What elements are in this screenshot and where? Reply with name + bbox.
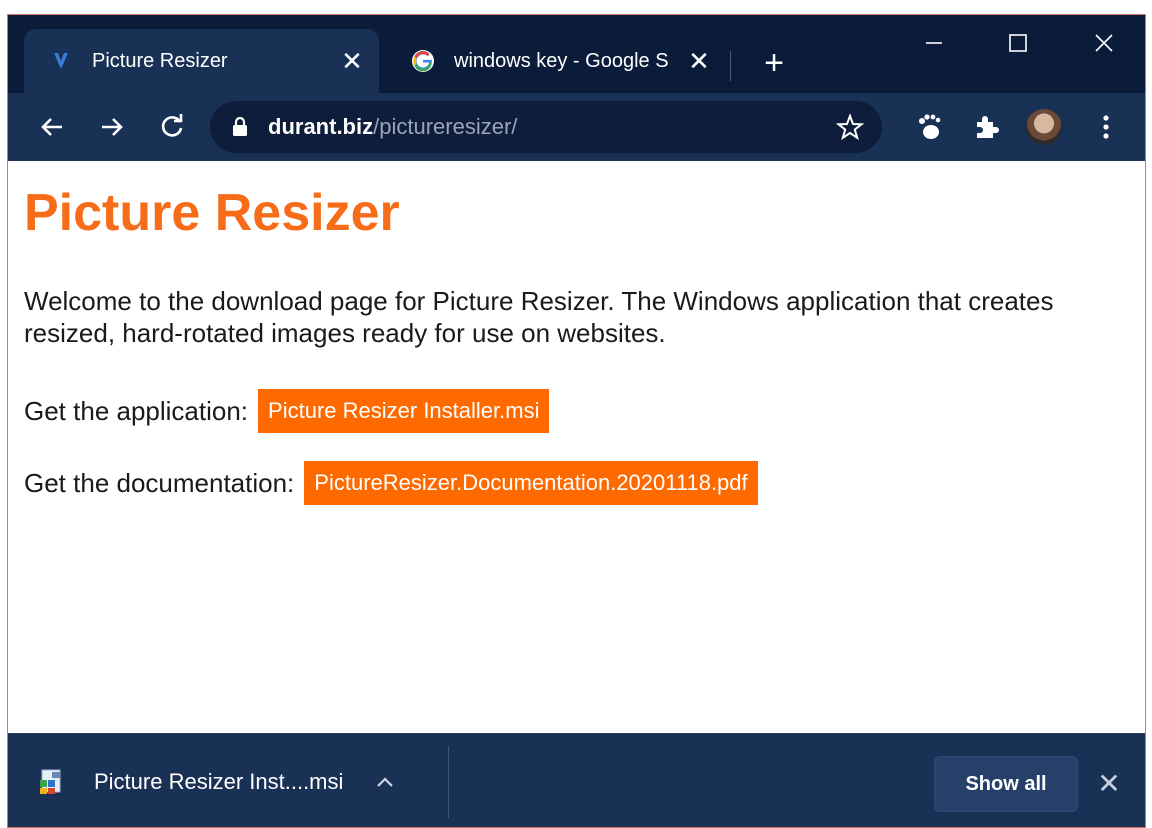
show-all-button[interactable]: Show all — [934, 756, 1078, 812]
documentation-download-link[interactable]: PictureResizer.Documentation.20201118.pd… — [304, 461, 758, 505]
installer-download-link[interactable]: Picture Resizer Installer.msi — [258, 389, 550, 433]
browser-window: Picture Resizer ✕ windows key - Google S… — [7, 14, 1146, 828]
page-title: Picture Resizer — [24, 184, 400, 242]
new-tab-button[interactable]: + — [756, 45, 792, 81]
picture-resizer-favicon-icon — [48, 48, 74, 74]
tab-picture-resizer[interactable]: Picture Resizer ✕ — [24, 29, 379, 93]
tab-windows-key-search[interactable]: windows key - Google S ✕ — [386, 29, 726, 93]
chevron-up-icon[interactable] — [373, 770, 397, 794]
application-label: Get the application: — [24, 395, 249, 426]
back-button[interactable] — [32, 107, 72, 147]
tab-close-icon[interactable]: ✕ — [684, 46, 714, 76]
extensions-puzzle-icon[interactable] — [968, 109, 1004, 145]
forward-button[interactable] — [92, 107, 132, 147]
close-shelf-icon[interactable]: ✕ — [1094, 768, 1124, 799]
address-bar[interactable]: durant.biz/pictureresizer/ — [210, 101, 882, 153]
intro-paragraph: Welcome to the download page for Picture… — [24, 286, 1054, 348]
tab-separator — [730, 51, 731, 81]
minimize-button[interactable] — [904, 25, 964, 61]
tab-title: Picture Resizer — [92, 49, 228, 72]
browser-toolbar: durant.biz/pictureresizer/ — [8, 93, 1145, 161]
msi-installer-icon — [38, 768, 66, 796]
url-path: /pictureresizer/ — [373, 114, 518, 139]
tab-strip: Picture Resizer ✕ windows key - Google S… — [8, 15, 1145, 93]
window-close-button[interactable] — [1074, 25, 1134, 61]
tab-title: windows key - Google S — [454, 49, 669, 72]
back-arrow-icon — [41, 118, 62, 136]
download-item[interactable]: Picture Resizer Inst....msi — [38, 734, 448, 827]
tab-close-icon[interactable]: ✕ — [337, 46, 367, 76]
page-content: Picture Resizer Welcome to the download … — [8, 161, 1145, 733]
download-shelf: Picture Resizer Inst....msi Show all ✕ — [8, 733, 1145, 827]
documentation-download-row: Get the documentation: PictureResizer.Do… — [24, 461, 758, 505]
maximize-button[interactable] — [988, 25, 1048, 61]
lock-icon — [232, 115, 252, 139]
menu-dots-icon[interactable] — [1088, 109, 1124, 145]
reload-button[interactable] — [152, 107, 192, 147]
gnome-foot-icon[interactable] — [912, 109, 948, 145]
documentation-label: Get the documentation: — [24, 467, 295, 498]
bookmark-star-icon[interactable] — [835, 113, 865, 141]
download-filename: Picture Resizer Inst....msi — [94, 769, 344, 794]
application-download-row: Get the application: Picture Resizer Ins… — [24, 389, 550, 433]
url-host: durant.biz — [268, 114, 374, 139]
reload-icon — [161, 114, 183, 137]
forward-arrow-icon — [102, 118, 123, 136]
google-favicon-icon — [410, 48, 436, 74]
url-text: durant.biz/pictureresizer/ — [268, 114, 517, 140]
shelf-separator — [448, 746, 449, 818]
profile-avatar[interactable] — [1026, 109, 1062, 145]
